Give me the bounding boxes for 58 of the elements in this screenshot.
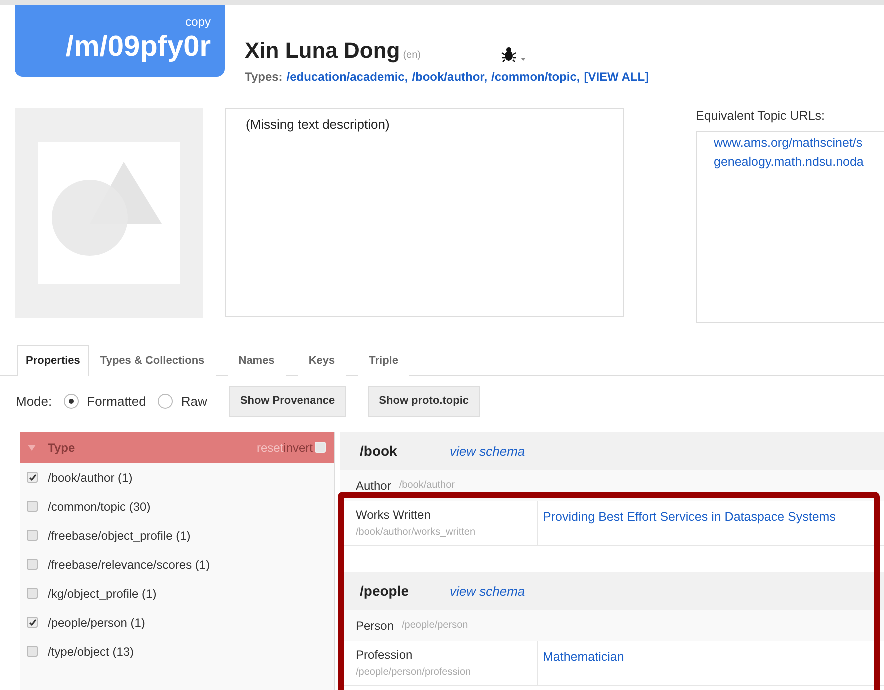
url-link[interactable]: www.ams.org/mathscinet/s: [714, 136, 884, 150]
equivalent-urls-label: Equivalent Topic URLs:: [696, 109, 826, 123]
checkbox[interactable]: [27, 501, 38, 512]
property-value-link[interactable]: Providing Best Effort Services in Dataspace Systems: [538, 501, 836, 545]
caret-icon[interactable]: [521, 58, 526, 61]
bug-icon[interactable]: [501, 46, 517, 62]
filter-item-label[interactable]: /kg/object_profile (1): [48, 586, 157, 600]
type-path: /book/author: [399, 480, 455, 491]
view-schema-link[interactable]: view schema: [450, 584, 526, 598]
checkbox[interactable]: [27, 646, 38, 657]
filter-item-label[interactable]: /freebase/relevance/scores (1): [48, 558, 210, 572]
filter-title: Type: [48, 440, 76, 454]
caret-icon[interactable]: [28, 444, 36, 450]
copy-link[interactable]: copy: [186, 15, 211, 29]
language-tag: (en): [403, 50, 421, 61]
property-label: Works Written: [356, 508, 432, 522]
domain-name: /people: [360, 583, 410, 599]
property-path: /people/person/profession: [356, 667, 472, 678]
description-text: (Missing text description): [246, 117, 390, 132]
type-path: /people/person: [402, 620, 468, 631]
property-path: /book/author/works_written: [356, 527, 477, 538]
placeholder-image-icon: [38, 142, 180, 284]
action-button[interactable]: Show Provenance: [229, 386, 346, 416]
checkbox[interactable]: [27, 559, 38, 570]
radio-label[interactable]: Formatted: [87, 394, 146, 408]
radio-button[interactable]: [158, 394, 174, 408]
invert-checkbox[interactable]: [315, 442, 326, 453]
type-link[interactable]: [VIEW ALL]: [584, 70, 650, 84]
types-label: Types:: [245, 70, 283, 84]
type-link[interactable]: /common/topic,: [492, 70, 580, 84]
radio-label[interactable]: Raw: [181, 394, 208, 408]
entity-name: Xin Luna Dong: [245, 38, 400, 64]
type-label: Author: [356, 478, 392, 492]
property-label: Profession: [356, 648, 414, 662]
invert-label: invert: [284, 440, 313, 454]
view-schema-link[interactable]: view schema: [450, 444, 526, 458]
type-link[interactable]: /book/author,: [412, 70, 488, 84]
filter-item-label[interactable]: /book/author (1): [48, 470, 133, 484]
filter-item-label[interactable]: /freebase/object_profile (1): [48, 528, 191, 542]
checkbox[interactable]: [27, 530, 38, 541]
entity-id: /m/09pfy0r: [66, 31, 211, 64]
type-label: Person: [356, 618, 394, 632]
url-link[interactable]: genealogy.math.ndsu.noda: [714, 155, 884, 169]
checkbox[interactable]: [27, 472, 38, 483]
mode-label: Mode:: [16, 394, 52, 408]
tab[interactable]: Properties: [17, 345, 90, 376]
check-icon: [28, 474, 36, 482]
filter-item-label[interactable]: /common/topic (30): [48, 500, 151, 514]
filter-item-label[interactable]: /people/person (1): [48, 616, 146, 630]
property-value-link[interactable]: Mathematician: [538, 641, 624, 685]
filter-item-label[interactable]: /type/object (13): [48, 644, 134, 658]
checkbox[interactable]: [27, 588, 38, 599]
radio-button[interactable]: [64, 394, 80, 408]
domain-name: /book: [360, 443, 398, 459]
checkbox[interactable]: [27, 617, 38, 628]
action-button[interactable]: Show proto.topic: [368, 386, 480, 416]
type-link[interactable]: /education/academic,: [286, 70, 408, 84]
check-icon: [28, 618, 36, 626]
